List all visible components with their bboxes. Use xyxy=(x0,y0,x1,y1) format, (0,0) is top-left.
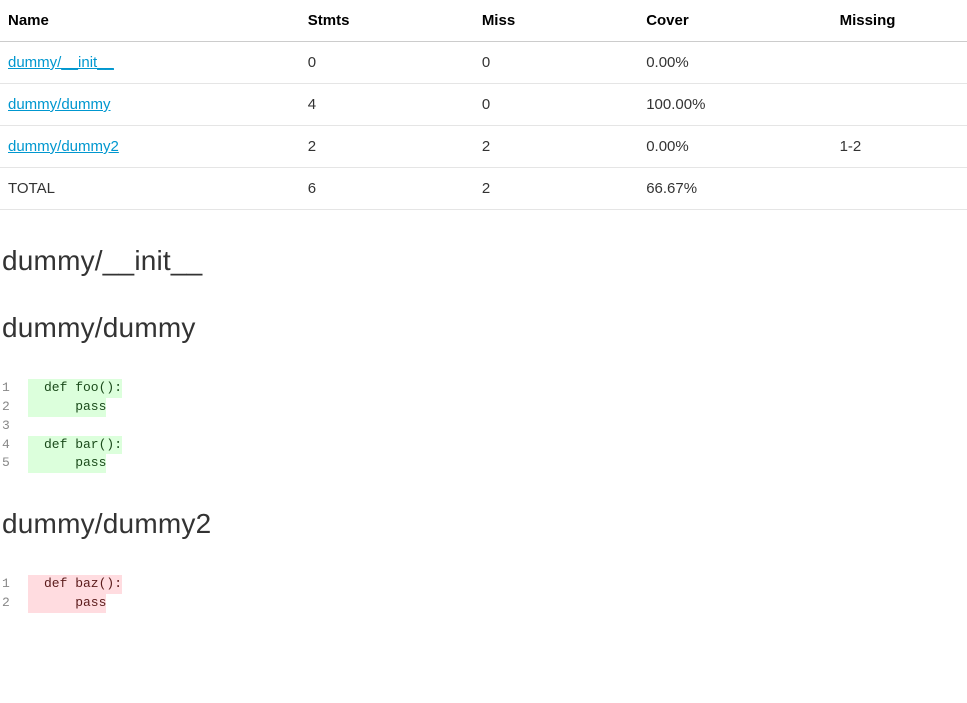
table-row: dummy/dummy2 2 2 0.00% 1-2 xyxy=(0,126,967,168)
source-text: def bar(): xyxy=(28,436,122,455)
line-number: 3 xyxy=(0,417,28,436)
table-header-row: Name Stmts Miss Cover Missing xyxy=(0,0,967,42)
cell-missing xyxy=(832,84,967,126)
source-text: def foo(): xyxy=(28,379,122,398)
source-line: 2 pass xyxy=(0,398,967,417)
cell-stmts: 6 xyxy=(300,168,474,210)
line-number: 5 xyxy=(0,454,28,473)
cell-missing xyxy=(832,168,967,210)
cell-miss: 0 xyxy=(474,42,638,84)
col-header-stmts: Stmts xyxy=(300,0,474,42)
line-number: 2 xyxy=(0,594,28,613)
col-header-missing: Missing xyxy=(832,0,967,42)
col-header-miss: Miss xyxy=(474,0,638,42)
source-line: 1 def baz(): xyxy=(0,575,967,594)
cell-stmts: 4 xyxy=(300,84,474,126)
source-block: 1 def foo(): 2 pass 3 4 def bar(): 5 pas… xyxy=(0,379,967,473)
line-number: 2 xyxy=(0,398,28,417)
cell-name: TOTAL xyxy=(0,168,300,210)
line-number: 1 xyxy=(0,575,28,594)
cell-cover: 0.00% xyxy=(638,42,831,84)
cell-miss: 2 xyxy=(474,168,638,210)
cell-cover: 100.00% xyxy=(638,84,831,126)
source-text: pass xyxy=(28,454,106,473)
col-header-name: Name xyxy=(0,0,300,42)
section-title: dummy/dummy2 xyxy=(2,508,967,540)
cell-missing: 1-2 xyxy=(832,126,967,168)
source-line: 1 def foo(): xyxy=(0,379,967,398)
cell-stmts: 0 xyxy=(300,42,474,84)
module-link[interactable]: dummy/__init__ xyxy=(8,54,114,71)
col-header-cover: Cover xyxy=(638,0,831,42)
table-total-row: TOTAL 6 2 66.67% xyxy=(0,168,967,210)
table-row: dummy/dummy 4 0 100.00% xyxy=(0,84,967,126)
section-title: dummy/dummy xyxy=(2,312,967,344)
module-link[interactable]: dummy/dummy xyxy=(8,96,111,113)
source-line: 4 def bar(): xyxy=(0,436,967,455)
cell-missing xyxy=(832,42,967,84)
line-number: 4 xyxy=(0,436,28,455)
cell-miss: 0 xyxy=(474,84,638,126)
cell-cover: 66.67% xyxy=(638,168,831,210)
section-title: dummy/__init__ xyxy=(2,245,967,277)
source-block: 1 def baz(): 2 pass xyxy=(0,575,967,613)
cell-cover: 0.00% xyxy=(638,126,831,168)
coverage-summary-table: Name Stmts Miss Cover Missing dummy/__in… xyxy=(0,0,967,210)
source-line: 3 xyxy=(0,417,967,436)
source-line: 5 pass xyxy=(0,454,967,473)
module-link[interactable]: dummy/dummy2 xyxy=(8,138,119,155)
line-number: 1 xyxy=(0,379,28,398)
table-row: dummy/__init__ 0 0 0.00% xyxy=(0,42,967,84)
source-line: 2 pass xyxy=(0,594,967,613)
source-text: pass xyxy=(28,594,106,613)
source-text: pass xyxy=(28,398,106,417)
cell-miss: 2 xyxy=(474,126,638,168)
source-text xyxy=(28,417,44,436)
source-text: def baz(): xyxy=(28,575,122,594)
cell-stmts: 2 xyxy=(300,126,474,168)
